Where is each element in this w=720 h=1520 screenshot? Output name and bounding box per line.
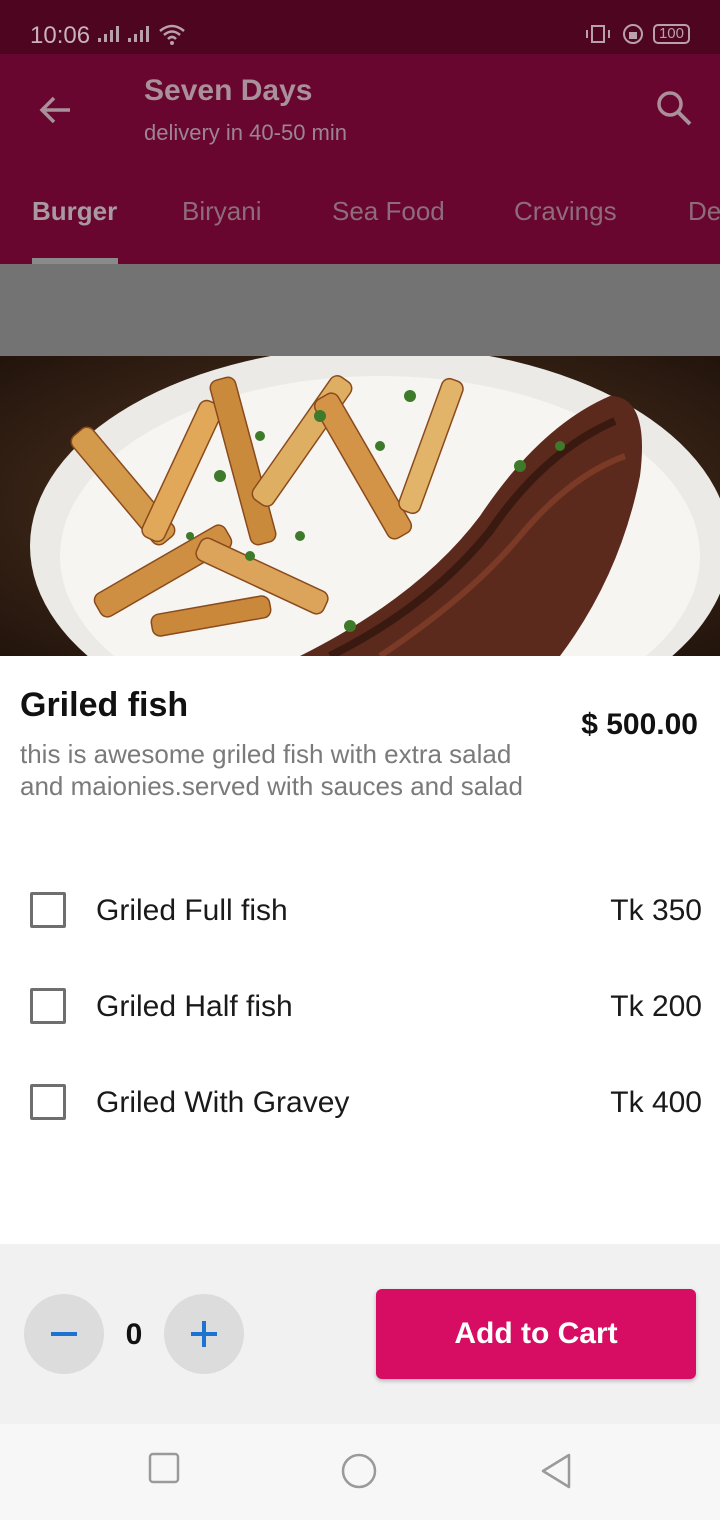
item-name: Griled fish [20,686,189,724]
minus-icon [51,1332,77,1336]
category-tabs: Burger Biryani Sea Food Cravings De [0,184,720,264]
vibrate-icon [585,25,610,43]
delivery-time: delivery in 40-50 min [144,120,347,145]
option-row[interactable]: Griled Half fish Tk 200 [0,976,720,1036]
back-nav-icon[interactable] [538,1452,574,1490]
option-row[interactable]: Griled Full fish Tk 350 [0,880,720,940]
option-price: Tk 350 [610,894,702,927]
home-icon[interactable] [340,1452,378,1490]
wifi-icon [159,24,185,45]
tab-sea-food[interactable]: Sea Food [332,196,445,227]
option-label: Griled With Gravey [96,1086,350,1119]
status-bar: 10:06 100 [0,0,720,54]
item-details-sheet: Griled fish $ 500.00 this is awesome gri… [0,656,720,1244]
item-description: this is awesome griled fish with extra s… [20,739,523,801]
app-bar: Seven Days delivery in 40-50 min Burger … [0,54,720,264]
restaurant-title: Seven Days [144,74,313,107]
item-price: $ 500.00 [581,708,698,741]
tab-burger[interactable]: Burger [32,196,117,227]
signal-icon [98,26,119,42]
tab-biryani[interactable]: Biryani [182,196,261,227]
option-price: Tk 400 [610,1086,702,1119]
quantity-value: 0 [125,1318,143,1351]
option-checkbox[interactable] [30,1084,66,1120]
status-time: 10:06 [30,22,91,49]
recent-apps-icon[interactable] [148,1452,180,1484]
decrease-quantity-button[interactable] [24,1294,104,1374]
option-checkbox[interactable] [30,988,66,1024]
lock-rotation-icon [622,24,643,44]
search-icon[interactable] [654,88,694,128]
increase-quantity-button[interactable] [164,1294,244,1374]
option-price: Tk 200 [610,990,702,1023]
system-nav-bar [0,1424,720,1520]
option-row[interactable]: Griled With Gravey Tk 400 [0,1072,720,1132]
plus-icon [191,1321,217,1347]
tab-cravings[interactable]: Cravings [514,196,617,227]
add-to-cart-button[interactable]: Add to Cart [376,1289,696,1379]
option-checkbox[interactable] [30,892,66,928]
battery-icon: 100 [652,24,690,44]
option-label: Griled Full fish [96,894,288,927]
arrow-left-icon[interactable] [36,90,76,130]
signal-icon [128,26,149,42]
dim-overlay[interactable] [0,264,720,356]
food-image [0,356,720,656]
option-label: Griled Half fish [96,990,293,1023]
cart-action-bar: 0 Add to Cart [0,1244,720,1424]
tab-more[interactable]: De [688,196,720,227]
